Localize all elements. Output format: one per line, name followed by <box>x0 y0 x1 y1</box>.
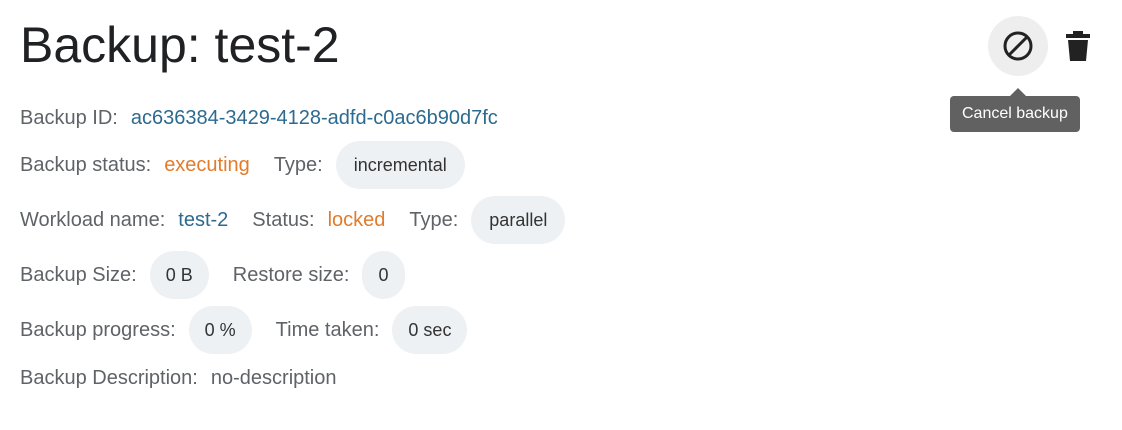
backup-type-chip: incremental <box>335 141 465 189</box>
page-title: Backup: test-2 <box>20 17 340 73</box>
workload-name-label: Workload name: <box>20 208 166 231</box>
size-row: Backup Size: 0 B Restore size: 0 <box>20 251 405 299</box>
cancel-backup-button[interactable] <box>988 16 1048 76</box>
time-taken-label: Time taken: <box>275 318 380 341</box>
block-icon <box>1003 31 1033 61</box>
description-label: Backup Description: <box>20 366 198 389</box>
backup-id-row: Backup ID: ac636384-3429-4128-adfd-c0ac6… <box>20 106 498 130</box>
workload-row: Workload name: test-2 Status: locked Typ… <box>20 196 566 244</box>
workload-type-label: Type: <box>409 208 459 231</box>
workload-type-chip: parallel <box>471 196 566 244</box>
backup-id-value: ac636384-3429-4128-adfd-c0ac6b90d7fc <box>130 106 498 129</box>
backup-type-label: Type: <box>273 153 323 176</box>
backup-progress-label: Backup progress: <box>20 318 176 341</box>
workload-status-value: locked <box>327 208 386 231</box>
restore-size-label: Restore size: <box>232 263 350 286</box>
backup-size-label: Backup Size: <box>20 263 137 286</box>
backup-status-label: Backup status: <box>20 153 152 176</box>
delete-backup-button[interactable] <box>1048 16 1108 76</box>
cancel-backup-tooltip: Cancel backup <box>950 88 1080 132</box>
workload-name-link[interactable]: test-2 <box>178 209 228 232</box>
backup-size-chip: 0 B <box>149 251 209 299</box>
restore-size-chip: 0 <box>362 251 405 299</box>
backup-status-value: executing <box>164 153 250 176</box>
description-row: Backup Description: no-description <box>20 366 337 390</box>
backup-id-label: Backup ID: <box>20 106 118 129</box>
workload-status-label: Status: <box>252 208 315 231</box>
backup-progress-chip: 0 % <box>188 306 252 354</box>
backup-status-row: Backup status: executing Type: increment… <box>20 141 465 189</box>
trash-icon <box>1066 31 1090 61</box>
progress-row: Backup progress: 0 % Time taken: 0 sec <box>20 306 468 354</box>
time-taken-chip: 0 sec <box>392 306 468 354</box>
description-value: no-description <box>210 366 337 389</box>
